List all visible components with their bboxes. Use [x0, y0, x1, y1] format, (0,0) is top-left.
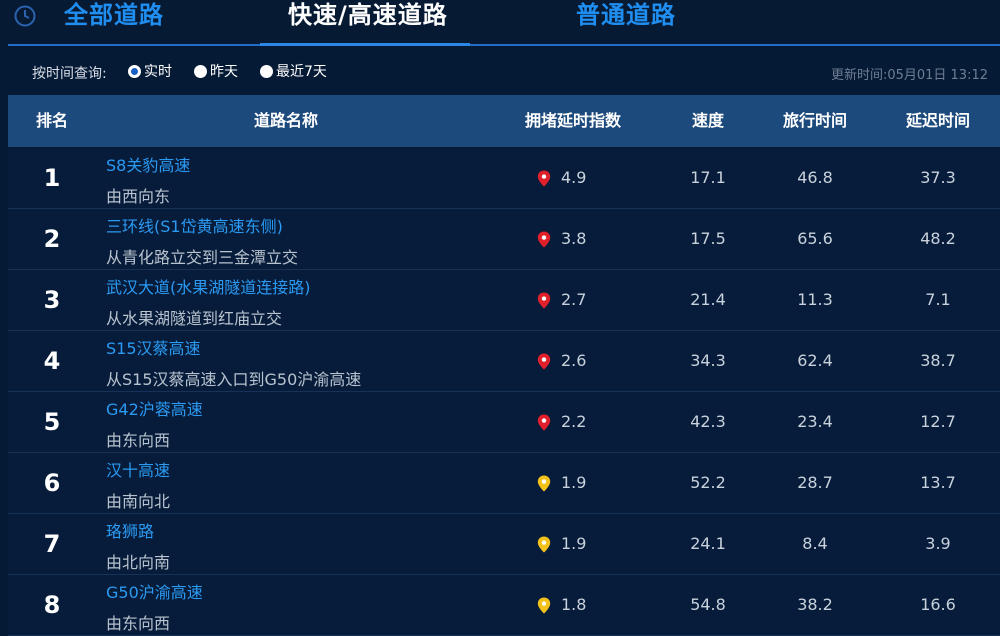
- congestion-index-value: 2.7: [561, 290, 587, 309]
- congestion-index-value: 2.6: [561, 351, 587, 370]
- road-name-link[interactable]: 珞狮路: [106, 518, 154, 542]
- congestion-index-value: 1.9: [561, 534, 587, 553]
- location-pin-icon: [537, 597, 551, 614]
- travel-time-value: 46.8: [797, 168, 833, 187]
- location-pin-icon: [537, 414, 551, 431]
- travel-time-value: 65.6: [797, 229, 833, 248]
- road-direction: 由南向北: [106, 492, 171, 511]
- location-pin-icon: [537, 170, 551, 187]
- road-name-link[interactable]: 汉十高速: [106, 457, 170, 481]
- radio-realtime-label: 实时: [144, 64, 172, 80]
- radio-yesterday-label: 昨天: [210, 64, 238, 80]
- tab-expressways[interactable]: 快速/高速道路: [288, 0, 448, 30]
- travel-time-value: 8.4: [802, 534, 828, 553]
- rank-number: 6: [43, 469, 61, 497]
- road-name-link[interactable]: G50沪渝高速: [106, 579, 203, 603]
- rank-number: 4: [43, 347, 61, 375]
- congestion-index-value: 4.9: [561, 168, 587, 187]
- clock-icon: [14, 5, 36, 27]
- radio-unchecked-icon: [194, 65, 207, 78]
- rank-number: 8: [43, 591, 61, 619]
- location-pin-icon: [537, 231, 551, 248]
- header-delay-time[interactable]: 延迟时间: [888, 95, 988, 147]
- radio-yesterday[interactable]: 昨天: [194, 62, 238, 82]
- delay-time-value: 3.9: [925, 534, 951, 553]
- congestion-index-value: 2.2: [561, 412, 587, 431]
- table-row[interactable]: 4 S15汉蔡高速从S15汉蔡高速入口到G50沪渝高速 2.6 34.3 62.4 38.…: [8, 331, 1000, 392]
- radio-unchecked-icon: [260, 65, 273, 78]
- road-name-link[interactable]: G42沪蓉高速: [106, 396, 203, 420]
- travel-time-value: 23.4: [797, 412, 833, 431]
- speed-value: 52.2: [690, 473, 726, 492]
- road-direction: 由西向东: [106, 187, 171, 206]
- speed-value: 42.3: [690, 412, 726, 431]
- table-row[interactable]: 2 三环线(S1岱黄高速东侧) 从青化路立交到三金潭立交 3.8 17.5 65.6 48.…: [8, 209, 1000, 270]
- radio-realtime[interactable]: 实时: [128, 62, 172, 82]
- header-road-name[interactable]: 道路名称: [98, 95, 474, 147]
- location-pin-icon: [537, 475, 551, 492]
- delay-time-value: 7.1: [925, 290, 951, 309]
- tab-all-roads[interactable]: 全部道路: [64, 0, 164, 30]
- road-name-link[interactable]: 三环线(S1岱黄高速东侧): [106, 213, 283, 237]
- rank-number: 5: [43, 408, 61, 436]
- rank-number: 1: [43, 164, 61, 192]
- location-pin-icon: [537, 292, 551, 309]
- travel-time-value: 11.3: [797, 290, 833, 309]
- tab-divider: [8, 44, 1000, 46]
- table-row[interactable]: 7 珞狮路由北向南 1.9 24.1 8.4 3.9: [8, 514, 1000, 575]
- rank-number: 7: [43, 530, 61, 558]
- delay-time-value: 13.7: [920, 473, 956, 492]
- time-filter-bar: 按时间查询: 实时 昨天 最近7天 更新时间:05月01日 13:12: [0, 52, 1000, 92]
- header-travel-time[interactable]: 旅行时间: [763, 95, 867, 147]
- table-row[interactable]: 1 S8关豹高速由西向东 4.9 17.1 46.8 37.3: [8, 148, 1000, 209]
- radio-last-7-days[interactable]: 最近7天: [260, 62, 327, 82]
- congestion-index-value: 1.8: [561, 595, 587, 614]
- location-pin-icon: [537, 536, 551, 553]
- speed-value: 21.4: [690, 290, 726, 309]
- road-name-link[interactable]: S8关豹高速: [106, 152, 190, 176]
- table-row[interactable]: 6 汉十高速由南向北 1.9 52.2 28.7 13.7: [8, 453, 1000, 514]
- road-direction: 由东向西: [106, 614, 171, 633]
- time-filter-label: 按时间查询:: [32, 66, 107, 82]
- delay-time-value: 48.2: [920, 229, 956, 248]
- road-direction: 从S15汉蔡高速入口到G50沪渝高速: [106, 370, 362, 389]
- road-name-link[interactable]: 武汉大道(水果湖隧道连接路): [106, 274, 311, 298]
- speed-value: 17.1: [690, 168, 726, 187]
- table-body: 1 S8关豹高速由西向东 4.9 17.1 46.8 37.3 2 三环线(S1岱黄高速东侧)…: [8, 148, 1000, 636]
- rank-number: 2: [43, 225, 61, 253]
- header-rank[interactable]: 排名: [8, 95, 96, 147]
- delay-time-value: 12.7: [920, 412, 956, 431]
- table-row[interactable]: 3 武汉大道(水果湖隧道连接路) 从水果湖隧道到红庙立交 2.7 21.4 11.3 7.1: [8, 270, 1000, 331]
- road-direction: 由北向南: [106, 553, 171, 572]
- road-name-link[interactable]: S15汉蔡高速: [106, 335, 201, 359]
- tab-active-indicator: [260, 43, 470, 46]
- header-speed[interactable]: 速度: [668, 95, 748, 147]
- road-direction: 从水果湖隧道到红庙立交: [106, 309, 283, 328]
- speed-value: 34.3: [690, 351, 726, 370]
- congestion-index-value: 1.9: [561, 473, 587, 492]
- congestion-index-value: 3.8: [561, 229, 587, 248]
- travel-time-value: 62.4: [797, 351, 833, 370]
- delay-time-value: 38.7: [920, 351, 956, 370]
- speed-value: 24.1: [690, 534, 726, 553]
- tab-normal-roads[interactable]: 普通道路: [576, 0, 676, 30]
- location-pin-icon: [537, 353, 551, 370]
- radio-checked-icon: [128, 65, 141, 78]
- table-row[interactable]: 5 G42沪蓉高速由东向西 2.2 42.3 23.4 12.7: [8, 392, 1000, 453]
- road-direction: 由东向西: [106, 431, 171, 450]
- update-time: 更新时间:05月01日 13:12: [830, 68, 988, 83]
- road-direction: 从青化路立交到三金潭立交: [106, 248, 299, 267]
- speed-value: 54.8: [690, 595, 726, 614]
- rank-number: 3: [43, 286, 61, 314]
- travel-time-value: 28.7: [797, 473, 833, 492]
- table-header: 排名 道路名称 拥堵延时指数 速度 旅行时间 延迟时间: [8, 95, 1000, 147]
- delay-time-value: 37.3: [920, 168, 956, 187]
- header-congestion-index[interactable]: 拥堵延时指数: [498, 95, 648, 147]
- delay-time-value: 16.6: [920, 595, 956, 614]
- table-row[interactable]: 8 G50沪渝高速由东向西 1.8 54.8 38.2 16.6: [8, 575, 1000, 636]
- speed-value: 17.5: [690, 229, 726, 248]
- radio-last-7-days-label: 最近7天: [276, 64, 327, 80]
- travel-time-value: 38.2: [797, 595, 833, 614]
- road-type-tabs: 全部道路 快速/高速道路 普通道路: [0, 0, 1000, 48]
